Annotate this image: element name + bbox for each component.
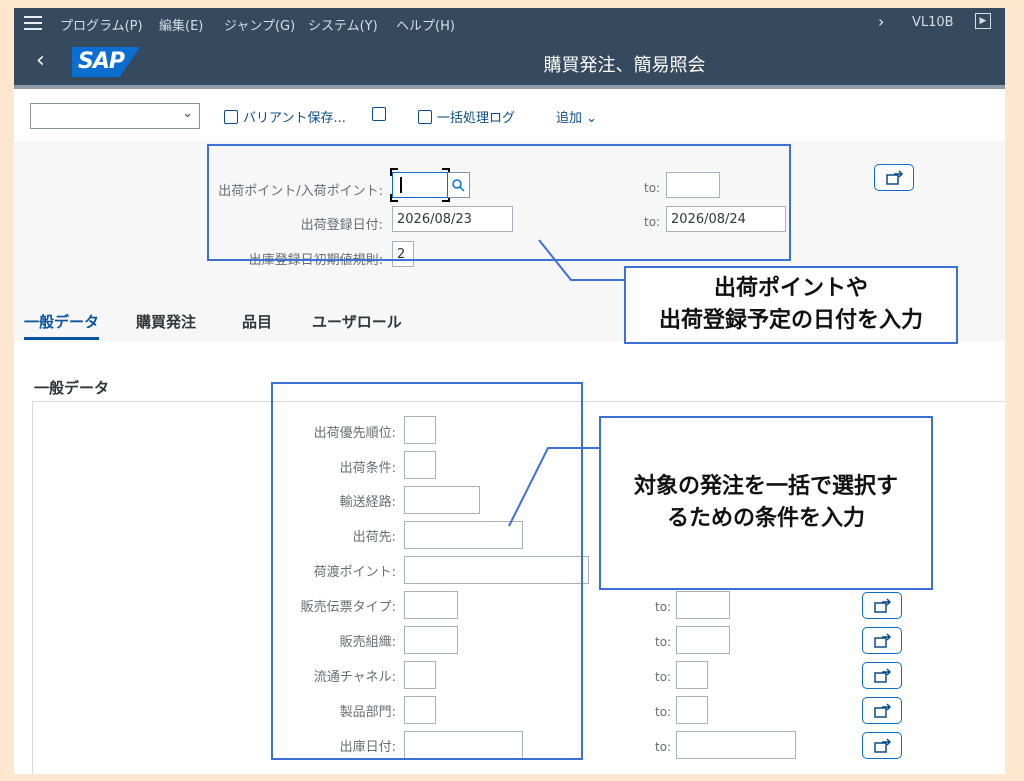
callout-general-instruction: 対象の発注を一括で選択す るための条件を入力 bbox=[599, 416, 933, 590]
sap-window: プログラム(P) 編集(E) ジャンプ(G) システム(Y) ヘルプ(H) › … bbox=[14, 8, 1005, 774]
annotation-box-general bbox=[271, 382, 583, 760]
callout-header-instruction: 出荷ポイントや 出荷登録予定の日付を入力 bbox=[624, 266, 958, 344]
